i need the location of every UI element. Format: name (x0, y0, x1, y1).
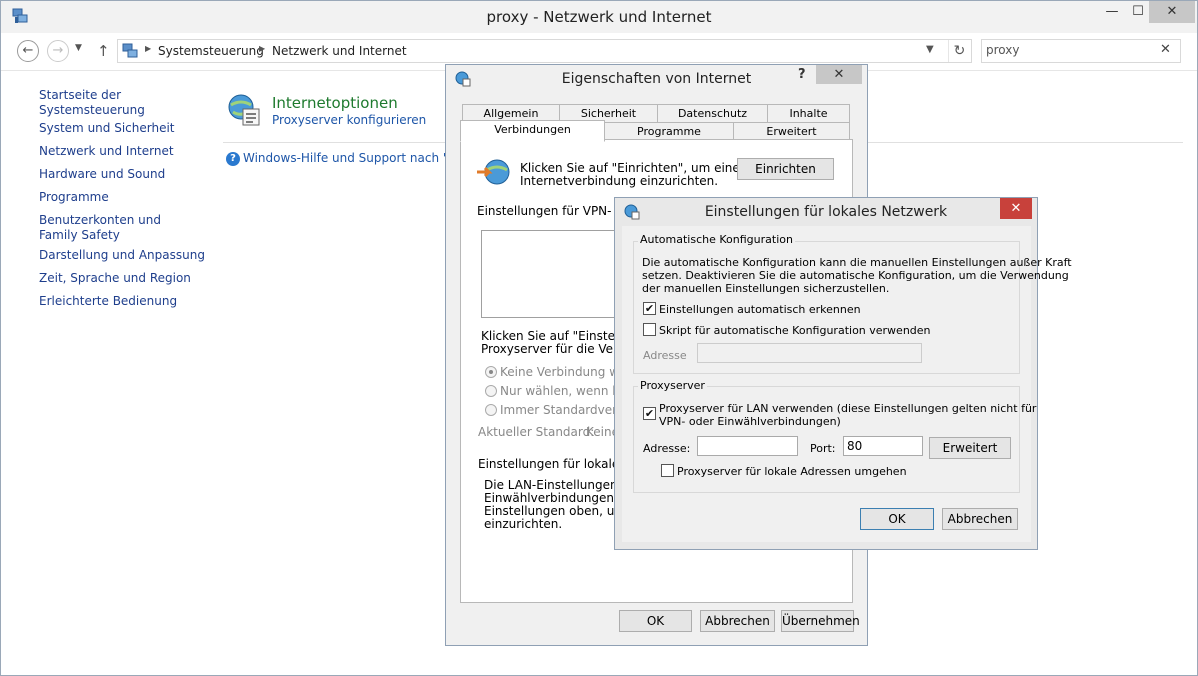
auto-detect-label: Einstellungen automatisch erkennen (659, 303, 861, 316)
use-proxy-label-line-1: Proxyserver für LAN verwenden (diese Ein… (659, 402, 1037, 415)
cancel-button[interactable]: Abbrechen (942, 508, 1018, 530)
auto-desc-line-1: Die automatische Konfiguration kann die … (642, 256, 1072, 269)
address-bar[interactable]: ▶ Systemsteuerung ▶ Netzwerk und Interne… (117, 39, 972, 63)
arrow-right-icon: → (52, 43, 64, 58)
auto-config-script-label: Skript für automatische Konfiguration ve… (659, 324, 931, 337)
setup-text-line-2: Internetverbindung einzurichten. (520, 174, 719, 188)
bypass-local-checkbox[interactable] (661, 464, 674, 477)
maximize-button[interactable]: ☐ (1127, 1, 1149, 23)
control-panel-icon (122, 43, 138, 58)
advanced-button[interactable]: Erweitert (929, 437, 1011, 459)
apply-button[interactable]: Übernehmen (781, 610, 860, 632)
tab-verbindungen[interactable]: Verbindungen (460, 120, 605, 142)
ok-button[interactable]: OK (619, 610, 692, 632)
sidebar-item-user-accounts[interactable]: Benutzerkonten und Family Safety (39, 213, 199, 243)
radio-always-dial[interactable] (485, 404, 497, 416)
sidebar-item-network-internet[interactable]: Netzwerk und Internet (39, 144, 219, 159)
maximize-icon: ☐ (1132, 4, 1144, 19)
sidebar-item-programs[interactable]: Programme (39, 190, 219, 205)
auto-config-group-label: Automatische Konfiguration (638, 233, 795, 246)
sidebar-item-system-security[interactable]: System und Sicherheit (39, 121, 219, 136)
recent-locations-button[interactable]: ▼ (75, 43, 82, 53)
internet-options-icon (228, 94, 260, 126)
proxy-address-label: Adresse: (643, 442, 691, 455)
lan-settings-dialog: Einstellungen für lokales Netzwerk ✕ Aut… (614, 197, 1072, 550)
script-address-label: Adresse (643, 349, 687, 362)
breadcrumb-systemsteuerung[interactable]: Systemsteuerung (158, 44, 264, 58)
tab-datenschutz[interactable]: Datenschutz (657, 104, 768, 123)
connection-wizard-icon (477, 159, 510, 185)
use-proxy-label-line-2: VPN- oder Einwählverbindungen) (659, 415, 841, 428)
proxy-port-label: Port: (810, 442, 836, 455)
radio-no-dial[interactable] (485, 366, 497, 378)
setup-button[interactable]: Einrichten (737, 158, 834, 180)
breadcrumb-separator-icon: ▶ (145, 44, 152, 53)
breadcrumb-separator-icon: ▶ (259, 44, 266, 53)
current-default-label: Aktueller Standard: (478, 425, 595, 439)
sidebar-item-ease-of-access[interactable]: Erleichterte Bedienung (39, 294, 219, 309)
up-button[interactable]: ↑ (97, 42, 110, 60)
search-input[interactable] (986, 43, 1156, 57)
address-dropdown-icon[interactable]: ▼ (926, 44, 934, 55)
radio-dial-when-needed[interactable] (485, 385, 497, 397)
minimize-icon: — (1105, 4, 1119, 19)
cancel-button[interactable]: Abbrechen (700, 610, 775, 632)
breadcrumb-netzwerk[interactable]: Netzwerk und Internet (272, 44, 407, 58)
title-bar: proxy - Netzwerk und Internet — ☐ ✕ (1, 1, 1197, 33)
use-proxy-checkbox[interactable]: ✔ (643, 407, 656, 420)
auto-config-script-checkbox[interactable] (643, 323, 656, 336)
arrow-up-icon: ↑ (97, 42, 110, 60)
clear-search-icon[interactable]: ✕ (1160, 42, 1171, 57)
back-button[interactable]: ← (17, 40, 39, 62)
close-button[interactable]: ✕ (1149, 1, 1195, 23)
auto-desc-line-3: der manuellen Einstellungen sicherzustel… (642, 282, 890, 295)
close-button[interactable]: ✕ (816, 65, 862, 84)
configure-proxy-link[interactable]: Proxyserver konfigurieren (272, 113, 426, 127)
proxy-port-input[interactable] (843, 436, 923, 456)
proxy-address-input[interactable] (697, 436, 798, 456)
sidebar-item-home[interactable]: Startseite der Systemsteuerung (39, 88, 219, 118)
close-icon: ✕ (1010, 201, 1022, 216)
sidebar-item-clock-region[interactable]: Zeit, Sprache und Region (39, 271, 219, 286)
lan-dialog-body: Automatische Konfiguration Die automatis… (622, 226, 1072, 542)
dialog-title: Einstellungen für lokales Netzwerk (704, 204, 948, 220)
tab-inhalte[interactable]: Inhalte (767, 104, 850, 123)
script-address-input[interactable] (697, 343, 922, 363)
close-icon: ✕ (833, 67, 845, 82)
help-icon: ? (226, 152, 240, 166)
chevron-down-icon: ▼ (75, 43, 82, 53)
arrow-left-icon: ← (22, 43, 34, 58)
sidebar-item-appearance[interactable]: Darstellung und Anpassung (39, 248, 219, 263)
lan-text-line-4: einzurichten. (484, 517, 563, 531)
sidebar-item-hardware-sound[interactable]: Hardware und Sound (39, 167, 219, 182)
close-button[interactable]: ✕ (1000, 198, 1032, 219)
forward-button[interactable]: → (47, 40, 69, 62)
proxy-server-group-label: Proxyserver (638, 379, 707, 392)
refresh-icon: ↻ (953, 43, 966, 59)
auto-detect-checkbox[interactable]: ✔ (643, 302, 656, 315)
vpn-connections-list[interactable] (481, 230, 631, 318)
help-button[interactable]: ? (798, 67, 806, 82)
search-box: ✕ (981, 39, 1181, 63)
window-title: proxy - Netzwerk und Internet (486, 8, 712, 26)
auto-desc-line-2: setzen. Deaktivieren Sie die automatisch… (642, 269, 1069, 282)
bypass-local-label: Proxyserver für lokale Adressen umgehen (677, 465, 907, 478)
windows-help-link[interactable]: Windows-Hilfe und Support nach "pro (243, 151, 468, 165)
refresh-button[interactable]: ↻ (948, 40, 970, 62)
minimize-button[interactable]: — (1097, 1, 1127, 23)
close-icon: ✕ (1166, 4, 1178, 19)
ok-button[interactable]: OK (860, 508, 934, 530)
internet-options-title[interactable]: Internetoptionen (272, 94, 398, 112)
